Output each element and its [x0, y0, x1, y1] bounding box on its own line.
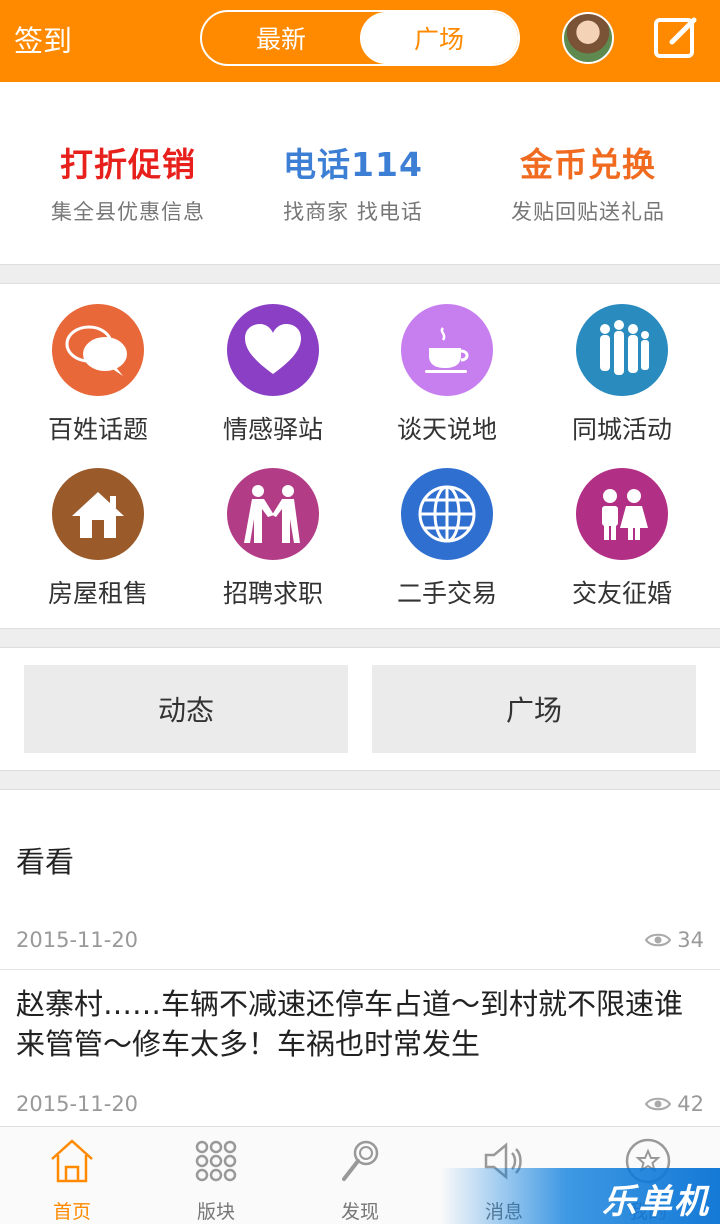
list-item[interactable]: 赵寨村……车辆不减速还停车占道～到村就不限速谁来管管～修车太多！车祸也时常发生 …: [0, 970, 720, 1126]
view-count: 42: [677, 1092, 704, 1116]
nav-label: 版块: [196, 1201, 235, 1223]
heart-icon: [227, 304, 319, 396]
couple-icon: [576, 468, 668, 560]
category-local-events[interactable]: 同城活动: [532, 304, 712, 446]
section-divider: [0, 628, 720, 648]
magnifier-icon: [342, 1140, 379, 1181]
view-count: 34: [677, 928, 704, 952]
avatar[interactable]: [562, 12, 614, 64]
promo-phone114[interactable]: 电话114 找商家 找电话: [233, 138, 473, 226]
post-feed: 看看 2015-11-20 34 赵寨村……车辆不减速还停车占道～到村就不限速谁…: [0, 790, 720, 1126]
promo-discount[interactable]: 打折促销 集全县优惠信息: [8, 138, 248, 226]
category-label: 房屋租售: [47, 579, 148, 608]
post-views: 42: [645, 1092, 704, 1116]
category-grid: 百姓话题 情感驿站 谈天说地 同城活动 房屋租售 招聘求职 二手交易 交友征婚: [0, 284, 720, 628]
category-label: 情感驿站: [222, 415, 323, 444]
segment-control: 最新 广场: [200, 10, 520, 66]
promo-title: 金币兑换: [520, 145, 656, 184]
category-label: 交友征婚: [571, 579, 672, 608]
category-label: 招聘求职: [222, 579, 323, 608]
post-title: 赵寨村……车辆不减速还停车占道～到村就不限速谁来管管～修车太多！车祸也时常发生: [16, 987, 684, 1061]
section-divider: [0, 264, 720, 284]
promo-title: 电话114: [283, 145, 423, 184]
promo-row: 打折促销 集全县优惠信息 电话114 找商家 找电话 金币兑换 发贴回贴送礼品: [0, 82, 720, 264]
promo-title: 打折促销: [60, 145, 196, 184]
category-label: 二手交易: [396, 579, 497, 608]
square-button[interactable]: 广场: [372, 665, 696, 753]
checkin-button[interactable]: 签到: [14, 18, 72, 60]
watermark-text: 乐单机: [602, 1182, 710, 1222]
nav-label: 发现: [340, 1201, 379, 1223]
eye-icon: [645, 1097, 672, 1111]
promo-subtitle: 集全县优惠信息: [51, 200, 205, 224]
post-date: 2015-11-20: [16, 1092, 139, 1116]
handshake-icon: [227, 468, 319, 560]
compose-icon[interactable]: [650, 12, 702, 64]
post-views: 34: [645, 928, 704, 952]
eye-icon: [645, 933, 672, 947]
dynamic-button[interactable]: 动态: [24, 665, 348, 753]
grid-dots-icon: [195, 1140, 237, 1182]
nav-home[interactable]: 首页: [0, 1137, 144, 1224]
category-housing[interactable]: 房屋租售: [8, 468, 188, 610]
house-icon: [52, 468, 144, 560]
category-dating[interactable]: 交友征婚: [532, 468, 712, 610]
globe-icon: [401, 468, 493, 560]
nav-boards[interactable]: 版块: [144, 1137, 288, 1224]
chat-bubbles-icon: [52, 304, 144, 396]
promo-subtitle: 找商家 找电话: [283, 200, 423, 224]
category-label: 百姓话题: [47, 415, 148, 444]
top-bar: 签到 最新 广场: [0, 0, 720, 82]
home-icon: [51, 1139, 93, 1183]
category-people-topics[interactable]: 百姓话题: [8, 304, 188, 446]
nav-label: 首页: [52, 1201, 91, 1223]
category-chat[interactable]: 谈天说地: [357, 304, 537, 446]
section-divider: [0, 770, 720, 790]
feed-switches: 动态 广场: [0, 648, 720, 770]
post-date: 2015-11-20: [16, 928, 139, 952]
category-jobs[interactable]: 招聘求职: [183, 468, 363, 610]
post-title: 看看: [16, 845, 75, 879]
list-item[interactable]: 看看 2015-11-20 34: [0, 790, 720, 970]
watermark: 乐单机: [440, 1168, 720, 1224]
promo-coins[interactable]: 金币兑换 发贴回贴送礼品: [468, 138, 708, 226]
coffee-cup-icon: [401, 304, 493, 396]
people-group-icon: [576, 304, 668, 396]
nav-discover[interactable]: 发现: [288, 1137, 432, 1224]
category-emotion[interactable]: 情感驿站: [183, 304, 363, 446]
category-label: 同城活动: [571, 415, 672, 444]
category-label: 谈天说地: [396, 415, 497, 444]
tab-square[interactable]: 广场: [360, 12, 518, 64]
tab-latest[interactable]: 最新: [202, 12, 360, 64]
category-secondhand[interactable]: 二手交易: [357, 468, 537, 610]
promo-subtitle: 发贴回贴送礼品: [511, 200, 665, 224]
